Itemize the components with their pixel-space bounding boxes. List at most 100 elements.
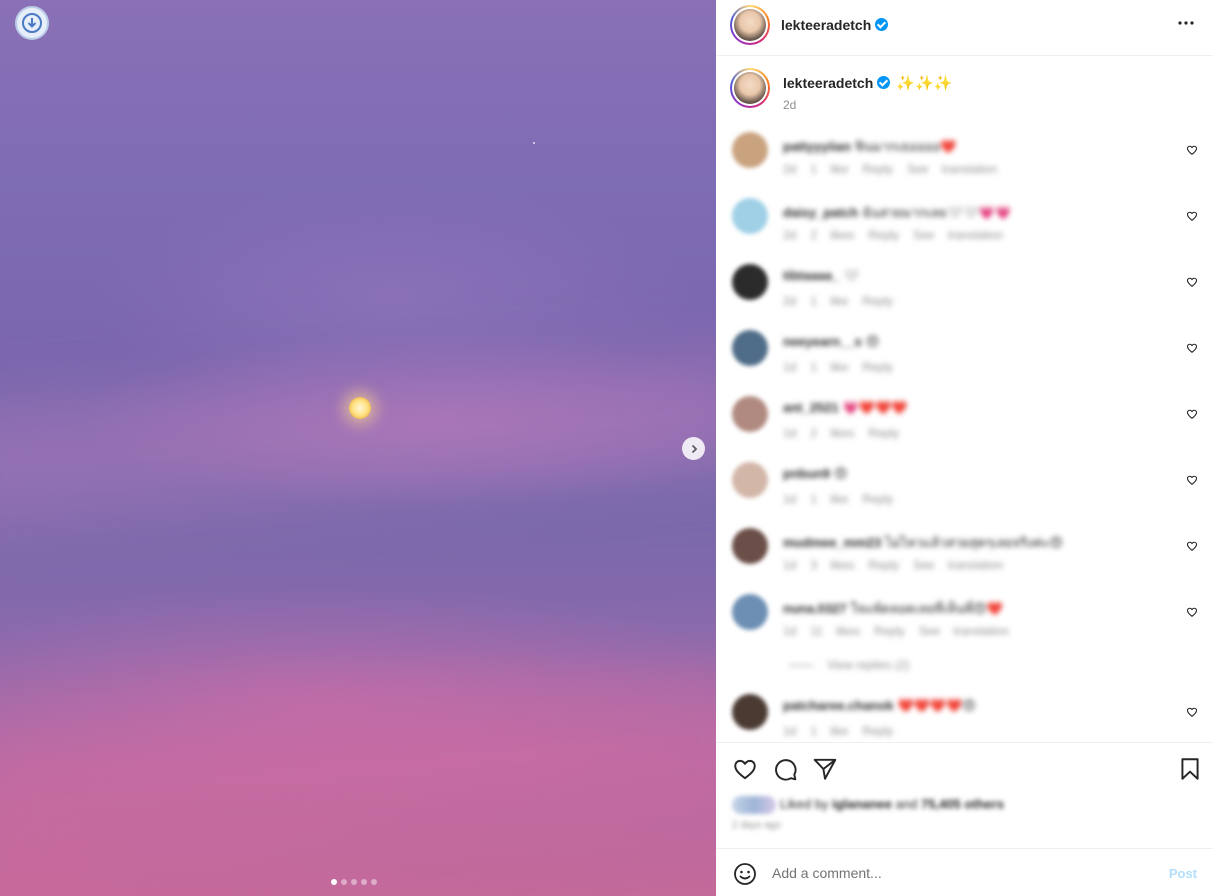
comment-meta: 2d 1 like Reply See translation: [783, 162, 1011, 176]
likes-summary[interactable]: Liked by iglananee and 75,405 others: [732, 796, 1004, 814]
more-options-button[interactable]: [1177, 14, 1195, 37]
comment-bubble-icon[interactable]: [772, 756, 798, 782]
caption-timestamp[interactable]: 2d: [783, 98, 796, 112]
comment-text: pattyyyiian ฟินมากเธออออ❤️: [783, 139, 957, 154]
comment-reply[interactable]: Reply: [862, 724, 893, 738]
commenter-username[interactable]: pattyyyiian: [783, 139, 851, 154]
comment-translate[interactable]: See translation: [913, 228, 1003, 242]
post-header: lekteeradetch: [716, 0, 1213, 56]
comment-text: mudmee_mm23 ไม่ไหวแล้วสวยสุดๆเลยจริงค่ะ😍: [783, 535, 1063, 550]
comment-text: ant_2521 💗❤️❤️❤️: [783, 400, 908, 415]
commenter-avatar[interactable]: [732, 132, 768, 168]
commenter-username[interactable]: neeyearn__s: [783, 334, 862, 349]
post-comment-button[interactable]: Post: [1169, 866, 1197, 881]
comment-likes[interactable]: 11 likes: [810, 624, 860, 638]
comment-reply[interactable]: Reply: [868, 426, 899, 440]
slide-dot: [331, 879, 337, 885]
save-bookmark-icon[interactable]: [1177, 756, 1203, 782]
slide-dot: [371, 879, 377, 885]
commenter-username[interactable]: tibtaaaa_: [783, 268, 839, 283]
comment-item: patcharee.chanok ❤️❤️❤️❤️😍 1d 1 like Reply: [716, 690, 1213, 740]
commenter-avatar[interactable]: [732, 198, 768, 234]
commenter-avatar[interactable]: [732, 528, 768, 564]
comment-item: mudmee_mm23 ไม่ไหวแล้วสวยสุดๆเลยจริงค่ะ😍 1…: [716, 524, 1213, 584]
comment-reply[interactable]: Reply: [862, 294, 893, 308]
comment-likes[interactable]: 1 like: [810, 360, 848, 374]
slide-dot: [361, 879, 367, 885]
comment-meta: 1d 3 likes Reply See translation: [783, 558, 1017, 572]
comment-time: 1d: [783, 624, 797, 638]
cloud-haze: [0, 657, 716, 883]
comment-reply[interactable]: Reply: [862, 360, 893, 374]
comment-like-heart-icon[interactable]: [1186, 342, 1198, 354]
comment-time: 1d: [783, 426, 797, 440]
comment-reply[interactable]: Reply: [862, 162, 893, 176]
comment-item: nuna.0327 ใจแพ้ตลอดเลยที่เห็นพี่😍❤️ 1d 11 l…: [716, 590, 1213, 650]
commenter-avatar[interactable]: [732, 330, 768, 366]
comment-like-heart-icon[interactable]: [1186, 606, 1198, 618]
commenter-avatar[interactable]: [732, 396, 768, 432]
comment-meta: 2d 1 like Reply: [783, 294, 921, 308]
comment-item: ant_2521 💗❤️❤️❤️ 1d 2 likes Reply: [716, 392, 1213, 452]
comment-text: neeyearn__s 😍: [783, 334, 880, 349]
comment-text: tibtaaaa_ 🤍: [783, 268, 860, 283]
comment-like-heart-icon[interactable]: [1186, 210, 1198, 222]
download-button[interactable]: [15, 6, 49, 40]
comment-time: 2d: [783, 294, 797, 308]
comment-text: pnbun9 😍: [783, 466, 848, 481]
comment-reply[interactable]: Reply: [874, 624, 905, 638]
comment-reply[interactable]: Reply: [868, 558, 899, 572]
next-slide-button[interactable]: [682, 437, 705, 460]
comment-reply[interactable]: Reply: [868, 228, 899, 242]
slide-indicator: [331, 879, 377, 885]
verified-badge-icon: [877, 76, 891, 89]
comment-composer: Post: [716, 848, 1213, 896]
comment-translate[interactable]: See translation: [919, 624, 1009, 638]
commenter-username[interactable]: patcharee.chanok: [783, 698, 894, 713]
comment-list[interactable]: View replies (2) pattyyyiian ฟินมากเธออออ…: [716, 128, 1213, 740]
commenter-username[interactable]: daisy_patch: [783, 205, 858, 220]
comment-item: pnbun9 😍 1d 1 like Reply: [716, 458, 1213, 518]
commenter-username[interactable]: nuna.0327: [783, 601, 847, 616]
commenter-avatar[interactable]: [732, 264, 768, 300]
post-date: 2 days ago: [732, 820, 781, 831]
comment-likes[interactable]: 2 likes: [810, 426, 854, 440]
commenter-avatar[interactable]: [732, 462, 768, 498]
post-media[interactable]: [0, 0, 716, 896]
commenter-avatar[interactable]: [732, 694, 768, 730]
comment-likes[interactable]: 3 likes: [810, 558, 854, 572]
comment-reply[interactable]: Reply: [862, 492, 893, 506]
comment-like-heart-icon[interactable]: [1186, 706, 1198, 718]
comment-likes[interactable]: 1 like: [810, 724, 848, 738]
comment-like-heart-icon[interactable]: [1186, 408, 1198, 420]
comment-like-heart-icon[interactable]: [1186, 144, 1198, 156]
author-username[interactable]: lekteeradetch: [781, 17, 889, 33]
comment-text: daisy_patch ฉันสวยมากเลย🤍🤍💗💗: [783, 205, 1012, 220]
comment-time: 1d: [783, 724, 797, 738]
smiley-icon[interactable]: [733, 862, 757, 886]
comment-like-heart-icon[interactable]: [1186, 540, 1198, 552]
caption-username[interactable]: lekteeradetch ✨✨✨: [783, 74, 952, 92]
comment-input[interactable]: [772, 862, 1152, 884]
comment-likes[interactable]: 1 like: [810, 162, 848, 176]
slide-dot: [351, 879, 357, 885]
comment-likes[interactable]: 1 like: [810, 492, 848, 506]
commenter-username[interactable]: pnbun9: [783, 466, 830, 481]
comment-likes[interactable]: 1 like: [810, 294, 848, 308]
slide-dot: [341, 879, 347, 885]
view-replies-button[interactable]: View replies (2): [789, 658, 909, 672]
share-send-icon[interactable]: [812, 756, 838, 782]
comment-translate[interactable]: See translation: [913, 558, 1003, 572]
caption-avatar[interactable]: [730, 68, 770, 108]
cloud-haze: [0, 351, 716, 529]
comment-likes[interactable]: 2 likes: [810, 228, 854, 242]
comment-like-heart-icon[interactable]: [1186, 474, 1198, 486]
like-heart-icon[interactable]: [732, 756, 758, 782]
commenter-username[interactable]: ant_2521: [783, 400, 839, 415]
more-horizontal-icon: [1178, 21, 1194, 25]
commenter-avatar[interactable]: [732, 594, 768, 630]
comment-like-heart-icon[interactable]: [1186, 276, 1198, 288]
commenter-username[interactable]: mudmee_mm23: [783, 535, 881, 550]
author-avatar[interactable]: [730, 5, 770, 45]
comment-translate[interactable]: See translation: [907, 162, 997, 176]
